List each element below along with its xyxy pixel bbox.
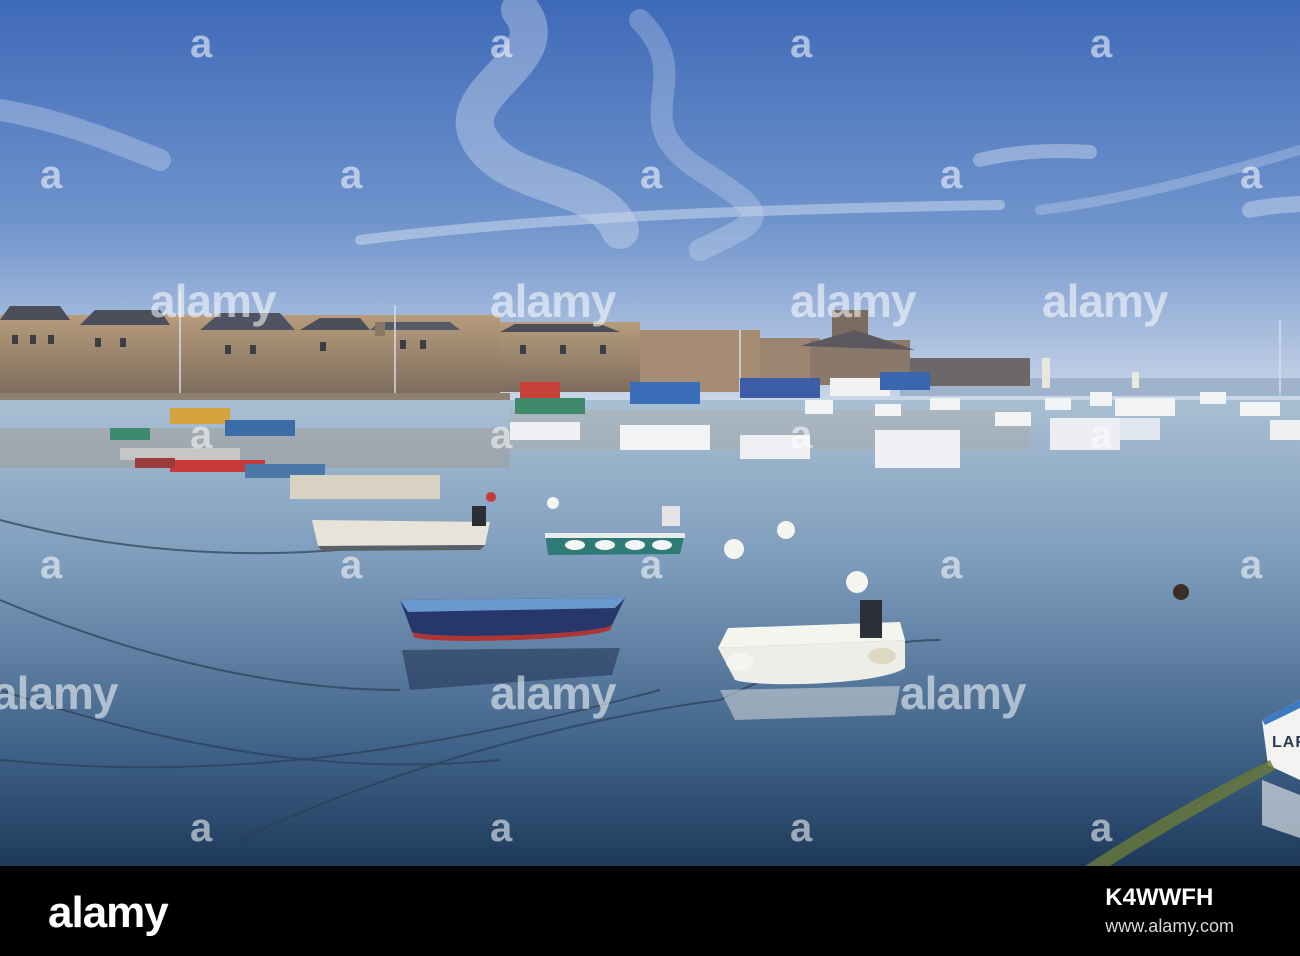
stock-footer-bar: alamy K4WWFH www.alamy.com (0, 866, 1300, 956)
alamy-logo: alamy (48, 888, 169, 937)
watermark-mark: a (790, 413, 813, 457)
watermark-mark: a (190, 22, 213, 66)
watermark-alamy: alamy (790, 275, 916, 327)
watermark-mark: a (490, 413, 513, 457)
image-stage: alamy alamy alamy alamy alamy alamy alam… (0, 0, 1300, 956)
watermark-mark: a (1090, 806, 1113, 850)
watermark-mark: a (340, 153, 363, 197)
watermark-mark: a (790, 806, 813, 850)
watermark-mark: a (640, 543, 663, 587)
buoy-dark (1173, 584, 1189, 600)
watermark-mark: a (640, 153, 663, 197)
watermark-alamy: alamy (0, 667, 118, 719)
watermark-mark: a (940, 543, 963, 587)
watermark-mark: a (40, 153, 63, 197)
lighthouse (1042, 358, 1050, 388)
watermark-alamy: alamy (490, 667, 616, 719)
site-url: www.alamy.com (1105, 916, 1234, 936)
watermark-alamy: alamy (900, 667, 1026, 719)
harbor-photo: alamy alamy alamy alamy alamy alamy alam… (0, 0, 1300, 866)
watermark-mark: a (190, 413, 213, 457)
watermark-mark: a (790, 22, 813, 66)
watermark-mark: a (190, 806, 213, 850)
watermark-mark: a (1240, 543, 1263, 587)
watermark-mark: a (40, 543, 63, 587)
image-id-block: K4WWFH www.alamy.com (1105, 884, 1234, 937)
watermark-mark: a (1240, 153, 1263, 197)
watermark-mark: a (340, 543, 363, 587)
watermark-mark: a (490, 22, 513, 66)
watermark-mark: a (940, 153, 963, 197)
boat-name-text: LAF (1272, 734, 1300, 751)
watermark-alamy: alamy (1042, 275, 1168, 327)
watermark-mark: a (1090, 413, 1113, 457)
image-id: K4WWFH (1105, 884, 1214, 911)
watermark-mark: a (1090, 22, 1113, 66)
watermark-mark: a (490, 806, 513, 850)
watermark-alamy: alamy (490, 275, 616, 327)
watermark-alamy: alamy (150, 275, 276, 327)
